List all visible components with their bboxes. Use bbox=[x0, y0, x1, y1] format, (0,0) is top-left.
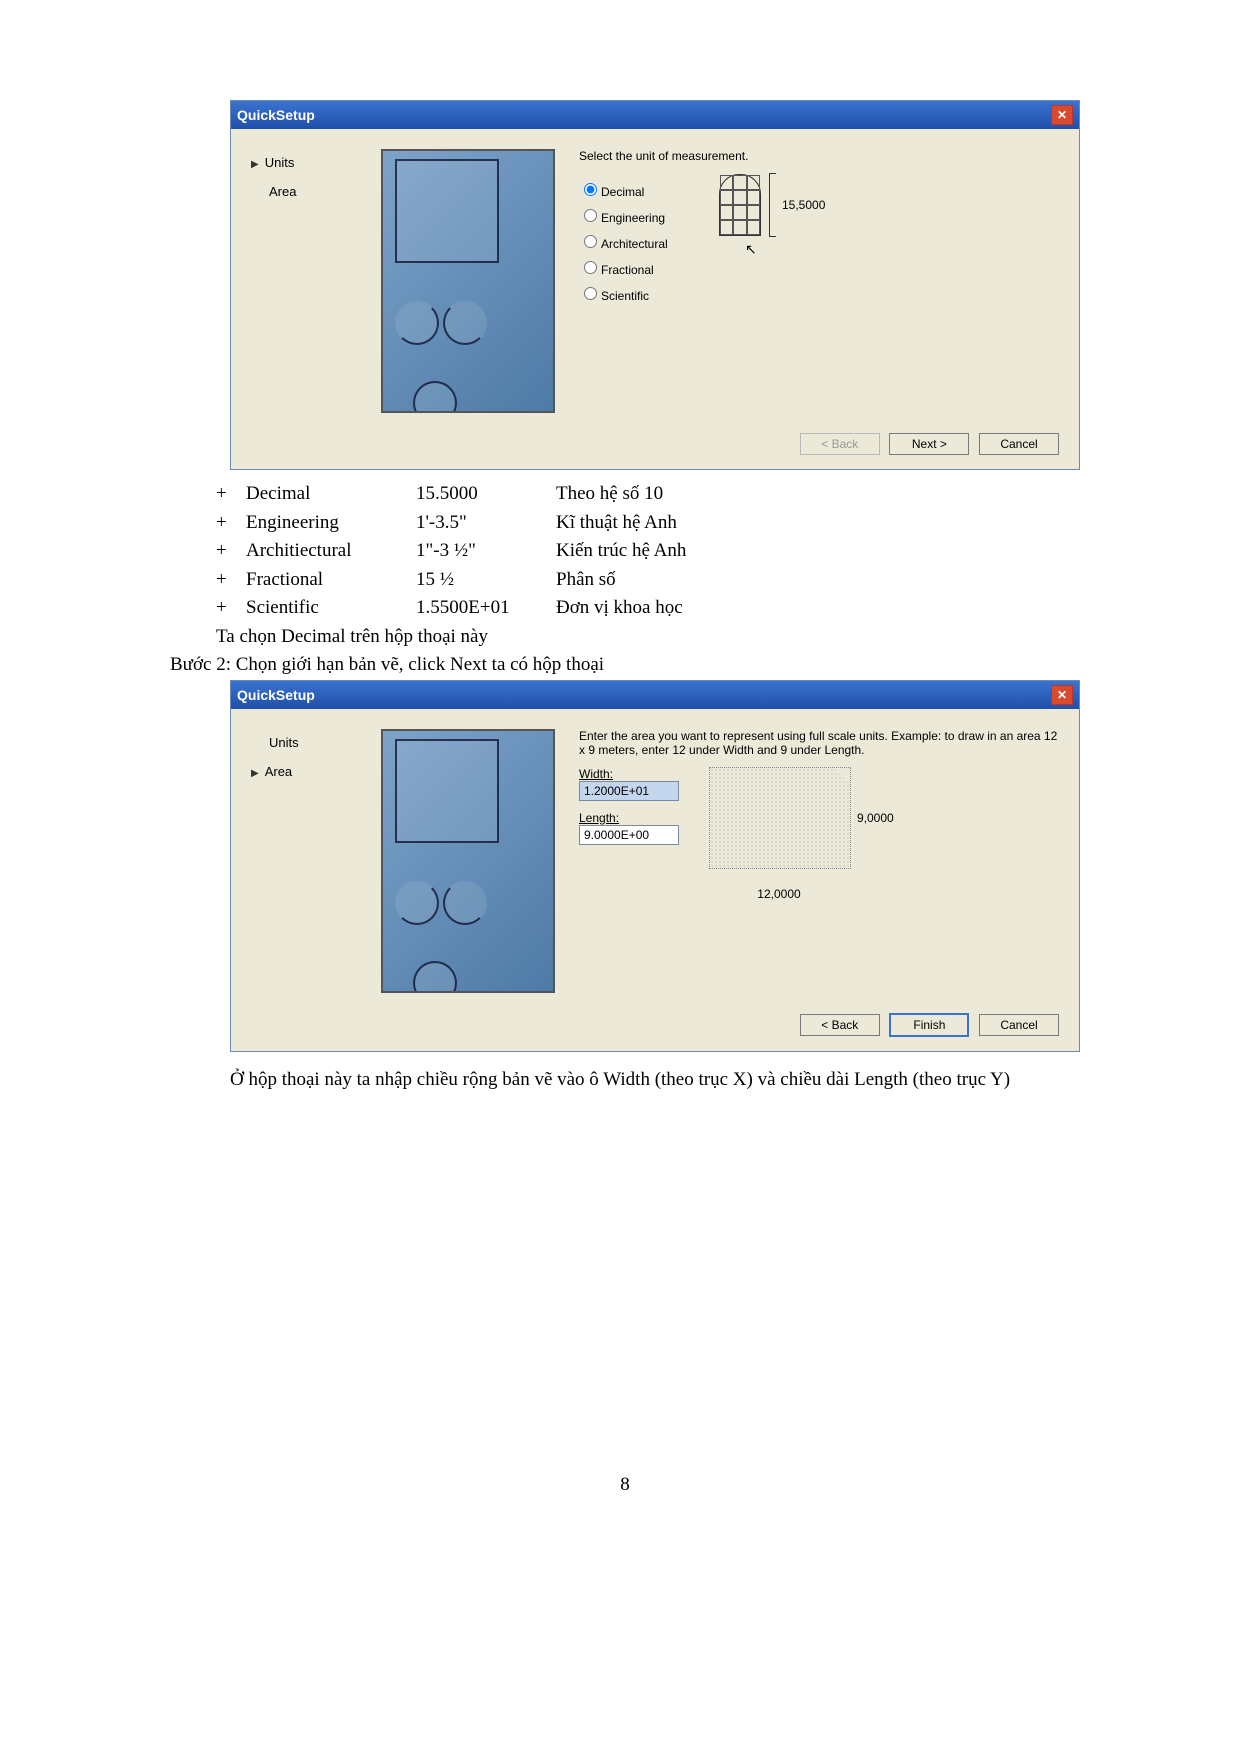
radio-engineering[interactable]: Engineering bbox=[579, 206, 709, 225]
width-input[interactable]: 1.2000E+01 bbox=[579, 781, 679, 801]
cancel-button[interactable]: Cancel bbox=[979, 1014, 1059, 1036]
titlebar: QuickSetup ✕ bbox=[231, 681, 1079, 709]
back-button: < Back bbox=[800, 433, 880, 455]
area-diagram bbox=[709, 767, 851, 869]
nav-area[interactable]: Area bbox=[251, 184, 381, 199]
diagram-width: 12,0000 bbox=[709, 887, 849, 901]
titlebar: QuickSetup ✕ bbox=[231, 101, 1079, 129]
radio-architectural[interactable]: Architectural bbox=[579, 232, 709, 251]
radio-decimal[interactable]: Decimal bbox=[579, 180, 709, 199]
nav-units[interactable]: Units bbox=[251, 735, 381, 750]
width-label: Width: bbox=[579, 767, 679, 781]
prompt-text: Select the unit of measurement. bbox=[579, 149, 1059, 163]
dialog-title: QuickSetup bbox=[237, 107, 315, 123]
diagram-height: 9,0000 bbox=[857, 811, 894, 825]
preview-image bbox=[381, 149, 555, 413]
prompt-text: Enter the area you want to represent usi… bbox=[579, 729, 1059, 757]
cancel-button[interactable]: Cancel bbox=[979, 433, 1059, 455]
units-explanation-table: +Decimal15.5000Theo hệ số 10 +Engineerin… bbox=[216, 480, 1080, 623]
unit-sample-diagram: 15,5000 ↖ bbox=[719, 173, 825, 310]
line1: Ta chọn Decimal trên hộp thoại này bbox=[216, 623, 1080, 652]
close-icon[interactable]: ✕ bbox=[1051, 685, 1073, 705]
conclusion: Ở hộp thoại này ta nhập chiều rộng bản v… bbox=[170, 1066, 1080, 1095]
length-input[interactable]: 9.0000E+00 bbox=[579, 825, 679, 845]
length-label: Length: bbox=[579, 811, 679, 825]
page-number: 8 bbox=[170, 1474, 1080, 1496]
quicksetup-dialog-units: QuickSetup ✕ Units Area Select the unit … bbox=[230, 100, 1080, 470]
line2: Bước 2: Chọn giới hạn bản vẽ, click Next… bbox=[170, 651, 1080, 680]
nav-units[interactable]: Units bbox=[251, 155, 381, 170]
radio-scientific[interactable]: Scientific bbox=[579, 284, 709, 303]
close-icon[interactable]: ✕ bbox=[1051, 105, 1073, 125]
quicksetup-dialog-area: QuickSetup ✕ Units Area Enter the area y… bbox=[230, 680, 1080, 1052]
finish-button[interactable]: Finish bbox=[889, 1013, 969, 1037]
next-button[interactable]: Next > bbox=[889, 433, 969, 455]
dialog-title: QuickSetup bbox=[237, 687, 315, 703]
sample-value: 15,5000 bbox=[782, 198, 825, 212]
preview-image bbox=[381, 729, 555, 993]
back-button[interactable]: < Back bbox=[800, 1014, 880, 1036]
radio-fractional[interactable]: Fractional bbox=[579, 258, 709, 277]
cursor-icon: ↖ bbox=[745, 241, 825, 258]
nav-area[interactable]: Area bbox=[251, 764, 381, 779]
